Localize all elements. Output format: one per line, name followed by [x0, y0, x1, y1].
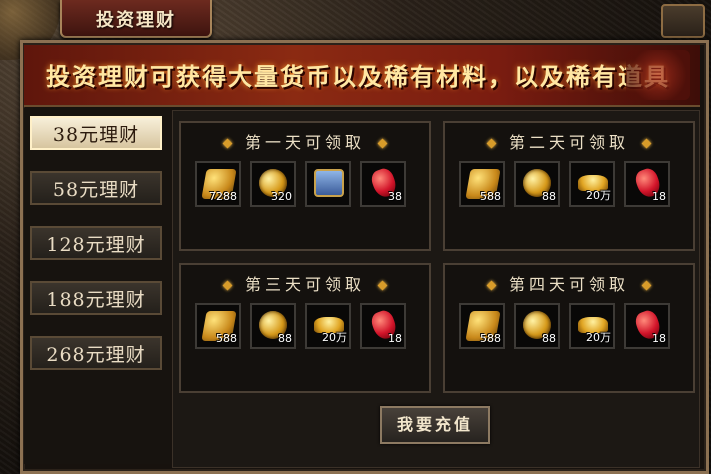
plan-tab-188[interactable]: 188元理财 — [30, 281, 162, 315]
reward-panel-day2: 第二天可领取 588 88 20万 18 — [443, 121, 695, 251]
plan-tab-38[interactable]: 38元理财 — [30, 116, 162, 150]
reward-slot[interactable] — [305, 161, 351, 207]
promo-banner: 投资理财可获得大量货币以及稀有材料，以及稀有道具 — [24, 45, 700, 107]
reward-slot[interactable]: 7288 — [195, 161, 241, 207]
panel-title-text: 第二天可领取 — [508, 133, 629, 152]
reward-panel-day1: 第一天可领取 7288 320 38 — [179, 121, 431, 251]
item-count: 18 — [652, 190, 666, 203]
diamond-icon — [222, 138, 233, 149]
reward-slots: 588 88 20万 18 — [195, 303, 406, 349]
reward-slot[interactable]: 18 — [624, 303, 670, 349]
reward-slot[interactable]: 20万 — [305, 303, 351, 349]
window-title: 投资理财 — [96, 10, 176, 31]
item-count: 20万 — [322, 331, 347, 344]
panel-title-text: 第三天可领取 — [244, 275, 365, 294]
diamond-icon — [641, 280, 652, 291]
investment-window: 投资理财 投资理财可获得大量货币以及稀有材料，以及稀有道具 38元理财 58元理… — [0, 0, 711, 474]
item-count: 18 — [652, 332, 666, 345]
reward-slot[interactable]: 588 — [459, 303, 505, 349]
recharge-button[interactable]: 我要充值 — [380, 406, 490, 444]
reward-slot[interactable]: 20万 — [569, 161, 615, 207]
item-count: 320 — [271, 190, 292, 203]
reward-slot[interactable]: 18 — [360, 303, 406, 349]
item-count: 88 — [542, 332, 556, 345]
reward-slots: 7288 320 38 — [195, 161, 406, 207]
reward-slot[interactable]: 38 — [360, 161, 406, 207]
diamond-icon — [486, 280, 497, 291]
diamond-icon — [377, 280, 388, 291]
panel-title: 第二天可领取 — [445, 129, 693, 153]
reward-slots: 588 88 20万 18 — [459, 303, 670, 349]
item-count: 7288 — [209, 190, 237, 203]
reward-slot[interactable]: 20万 — [569, 303, 615, 349]
reward-slot[interactable]: 588 — [459, 161, 505, 207]
item-count: 588 — [480, 190, 501, 203]
reward-slot[interactable]: 88 — [250, 303, 296, 349]
window-title-tab: 投资理财 — [60, 0, 212, 38]
diamond-icon — [486, 138, 497, 149]
reward-slot[interactable]: 88 — [514, 161, 560, 207]
diamond-icon — [377, 138, 388, 149]
panel-title: 第四天可领取 — [445, 271, 693, 295]
item-count: 588 — [216, 332, 237, 345]
item-count: 88 — [542, 190, 556, 203]
item-count: 18 — [388, 332, 402, 345]
panel-title: 第一天可领取 — [181, 129, 429, 153]
diamond-icon — [641, 138, 652, 149]
reward-slot[interactable]: 320 — [250, 161, 296, 207]
item-count: 88 — [278, 332, 292, 345]
close-icon[interactable] — [661, 4, 705, 38]
reward-slot[interactable]: 588 — [195, 303, 241, 349]
reward-panel-day4: 第四天可领取 588 88 20万 18 — [443, 263, 695, 393]
plan-sidebar: 38元理财 58元理财 128元理财 188元理财 268元理财 — [24, 108, 170, 464]
gift-box-icon — [626, 50, 690, 100]
reward-slot[interactable]: 18 — [624, 161, 670, 207]
item-count: 588 — [480, 332, 501, 345]
item-count: 20万 — [586, 331, 611, 344]
item-count: 38 — [388, 190, 402, 203]
reward-slot[interactable]: 88 — [514, 303, 560, 349]
panel-title-text: 第一天可领取 — [244, 133, 365, 152]
treasure-chest-icon — [314, 169, 344, 199]
plan-tab-128[interactable]: 128元理财 — [30, 226, 162, 260]
banner-text: 投资理财可获得大量货币以及稀有材料，以及稀有道具 — [46, 62, 670, 91]
diamond-icon — [222, 280, 233, 291]
panel-title-text: 第四天可领取 — [508, 275, 629, 294]
panel-title: 第三天可领取 — [181, 271, 429, 295]
plan-tab-268[interactable]: 268元理财 — [30, 336, 162, 370]
plan-tab-58[interactable]: 58元理财 — [30, 171, 162, 205]
item-count: 20万 — [586, 189, 611, 202]
reward-panel-day3: 第三天可领取 588 88 20万 18 — [179, 263, 431, 393]
reward-slots: 588 88 20万 18 — [459, 161, 670, 207]
